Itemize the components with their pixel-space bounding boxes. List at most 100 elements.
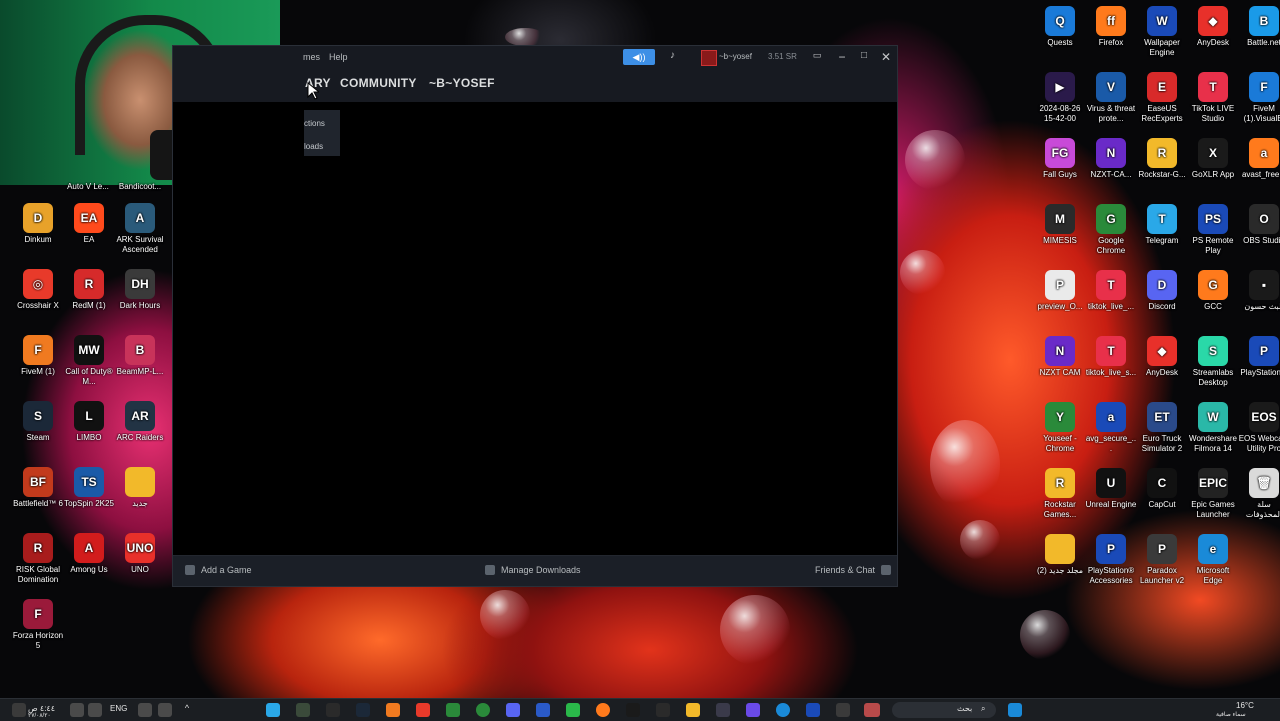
desktop-icon[interactable]: ◎ Crosshair X [12, 269, 64, 311]
desktop-icon[interactable]: ◆ AnyDesk [1187, 6, 1239, 48]
steam-window[interactable]: mes Help ◀)) ♪ ~b~yosef 3.51 SR ▭ − □ ✕ … [173, 46, 897, 586]
taskbar-app-7-icon[interactable] [446, 703, 460, 717]
add-game-button[interactable]: Add a Game [185, 565, 252, 575]
avatar[interactable] [701, 50, 717, 66]
taskbar-app-20-icon[interactable] [836, 703, 850, 717]
taskbar-app-6-icon[interactable] [416, 703, 430, 717]
desktop-icon[interactable]: EA EA [63, 203, 115, 245]
desktop-icon[interactable]: a avg_secure_... [1085, 402, 1137, 454]
desktop-icon[interactable]: UNO UNO [114, 533, 166, 575]
desktop-icon[interactable]: X GoXLR App [1187, 138, 1239, 180]
menu-help[interactable]: Help [329, 52, 348, 62]
desktop-icon[interactable]: E EaseUS RecExperts [1136, 72, 1188, 124]
desktop-icon[interactable]: DH Dark Hours [114, 269, 166, 311]
desktop-icon[interactable]: R RedM (1) [63, 269, 115, 311]
desktop-icon[interactable]: P PlayStation... [1238, 336, 1280, 378]
desktop-icon[interactable]: F FiveM (1) [12, 335, 64, 377]
desktop-icon[interactable]: AR ARC Raiders [114, 401, 166, 443]
desktop-icon[interactable]: D Dinkum [12, 203, 64, 245]
desktop-icon[interactable]: P PlayStation® Accessories [1085, 534, 1137, 586]
taskbar-chrome-icon[interactable] [476, 703, 490, 717]
language-indicator[interactable]: ENG [110, 704, 127, 713]
taskbar-capcut-icon[interactable] [626, 703, 640, 717]
desktop-icon[interactable]: G Google Chrome [1085, 204, 1137, 256]
battery-icon[interactable] [88, 703, 102, 717]
onedrive-icon[interactable] [158, 703, 172, 717]
desktop-icon[interactable]: F Forza Horizon 5 [12, 599, 64, 651]
desktop-icon[interactable]: Q Quests [1034, 6, 1086, 48]
taskbar-app-19-icon[interactable] [806, 703, 820, 717]
weather-temp[interactable]: 16°C [1236, 701, 1254, 710]
taskbar-app-3-icon[interactable] [326, 703, 340, 717]
nav-profile[interactable]: ~B~YOSEF [429, 76, 495, 90]
desktop-icon[interactable]: R RISK Global Domination [12, 533, 64, 585]
microphone-icon[interactable] [138, 703, 152, 717]
big-picture-icon[interactable]: ▭ [809, 50, 825, 61]
desktop-icon[interactable]: G GCC [1187, 270, 1239, 312]
desktop-icon[interactable]: Y Youseef - Chrome [1034, 402, 1086, 454]
desktop-icon[interactable]: D Discord [1136, 270, 1188, 312]
desktop-icon[interactable]: L LIMBO [63, 401, 115, 443]
chevron-up-icon[interactable]: ^ [180, 703, 194, 717]
desktop-icon[interactable]: BF Battlefield™ 6 [12, 467, 64, 509]
taskbar-discord-icon[interactable] [506, 703, 520, 717]
desktop-icon[interactable]: TS TopSpin 2K25 [63, 467, 115, 509]
taskbar-app-11-icon[interactable] [566, 703, 580, 717]
desktop-icon[interactable]: FG Fall Guys [1034, 138, 1086, 180]
taskbar-edge-icon[interactable] [776, 703, 790, 717]
close-icon[interactable]: ✕ [878, 50, 894, 64]
minimize-icon[interactable]: − [834, 50, 850, 64]
desktop-icon[interactable]: MW Call of Duty® M... [63, 335, 115, 387]
maximize-icon[interactable]: □ [856, 50, 872, 61]
desktop-icon[interactable]: R Rockstar Games... [1034, 468, 1086, 520]
desktop-icon[interactable]: a avast_free... [1238, 138, 1280, 180]
friends-chat-button[interactable]: Friends & Chat [815, 565, 892, 575]
desktop-icon[interactable]: O OBS Studio [1238, 204, 1280, 246]
dropdown-item-collections[interactable]: ctions [304, 119, 325, 128]
desktop-icon[interactable]: 🗑 سلة المحذوفات [1238, 468, 1280, 520]
taskbar-app-10-icon[interactable] [536, 703, 550, 717]
desktop-icon[interactable]: Auto V Le... [62, 150, 114, 192]
desktop-icon[interactable]: W Wondershare Filmora 14 [1187, 402, 1239, 454]
desktop-icon[interactable]: EOS EOS Webcam Utility Pro [1238, 402, 1280, 454]
desktop-icon[interactable]: e Microsoft Edge [1187, 534, 1239, 586]
start-icon[interactable] [1008, 703, 1022, 717]
desktop-icon[interactable]: T Telegram [1136, 204, 1188, 246]
desktop-icon[interactable]: جديد [114, 467, 166, 509]
desktop-icon[interactable]: Bandicoot... [114, 150, 166, 192]
desktop-icon[interactable]: M MIMESIS [1034, 204, 1086, 246]
desktop-icon[interactable]: T TikTok LIVE Studio [1187, 72, 1239, 124]
desktop-icon[interactable]: N NZXT-CA... [1085, 138, 1137, 180]
desktop-icon[interactable]: V Virus & threat prote... [1085, 72, 1137, 124]
desktop-icon[interactable]: F FiveM (1).VisualEl [1238, 72, 1280, 124]
taskbar-app-14-icon[interactable] [656, 703, 670, 717]
desktop-icon[interactable]: A ARK Survival Ascended [114, 203, 166, 255]
desktop-icon[interactable]: S Steam [12, 401, 64, 443]
broadcast-icon[interactable]: ◀)) [623, 49, 655, 65]
taskbar-firefox-icon[interactable] [596, 703, 610, 717]
desktop-icon[interactable]: ▶ 2024-08-26 15-42-00 [1034, 72, 1086, 124]
menu-games[interactable]: mes [303, 52, 320, 62]
desktop-icon[interactable]: PS PS Remote Play [1187, 204, 1239, 256]
desktop-icon[interactable]: C CapCut [1136, 468, 1188, 510]
desktop-icon[interactable]: P Paradox Launcher v2 [1136, 534, 1188, 586]
desktop-icon[interactable]: U Unreal Engine [1085, 468, 1137, 510]
nav-community[interactable]: COMMUNITY [340, 76, 417, 90]
taskbar-fivem-icon[interactable] [386, 703, 400, 717]
desktop-icon[interactable]: R Rockstar-G... [1136, 138, 1188, 180]
manage-downloads-button[interactable]: Manage Downloads [485, 565, 581, 575]
desktop-icon[interactable]: ◆ AnyDesk [1136, 336, 1188, 378]
taskbar-app-17-icon[interactable] [746, 703, 760, 717]
settings-icon[interactable] [12, 703, 26, 717]
taskbar-app-2-icon[interactable] [296, 703, 310, 717]
desktop-icon[interactable]: Ttiktok_live_s... [1085, 336, 1137, 378]
dropdown-item-downloads[interactable]: loads [304, 142, 323, 151]
steam-titlebar[interactable]: mes Help ◀)) ♪ ~b~yosef 3.51 SR ▭ − □ ✕ [173, 46, 897, 68]
desktop-icon[interactable]: Ppreview_O... [1034, 270, 1086, 312]
desktop-icon[interactable]: EPIC Epic Games Launcher [1187, 468, 1239, 520]
desktop-icon[interactable]: N NZXT CAM [1034, 336, 1086, 378]
taskbar-app-16-icon[interactable] [716, 703, 730, 717]
account-name[interactable]: ~b~yosef [719, 52, 752, 61]
desktop-icon[interactable]: B BeamMP-L... [114, 335, 166, 377]
desktop-icon[interactable]: ▪ البث حسون [1238, 270, 1280, 312]
